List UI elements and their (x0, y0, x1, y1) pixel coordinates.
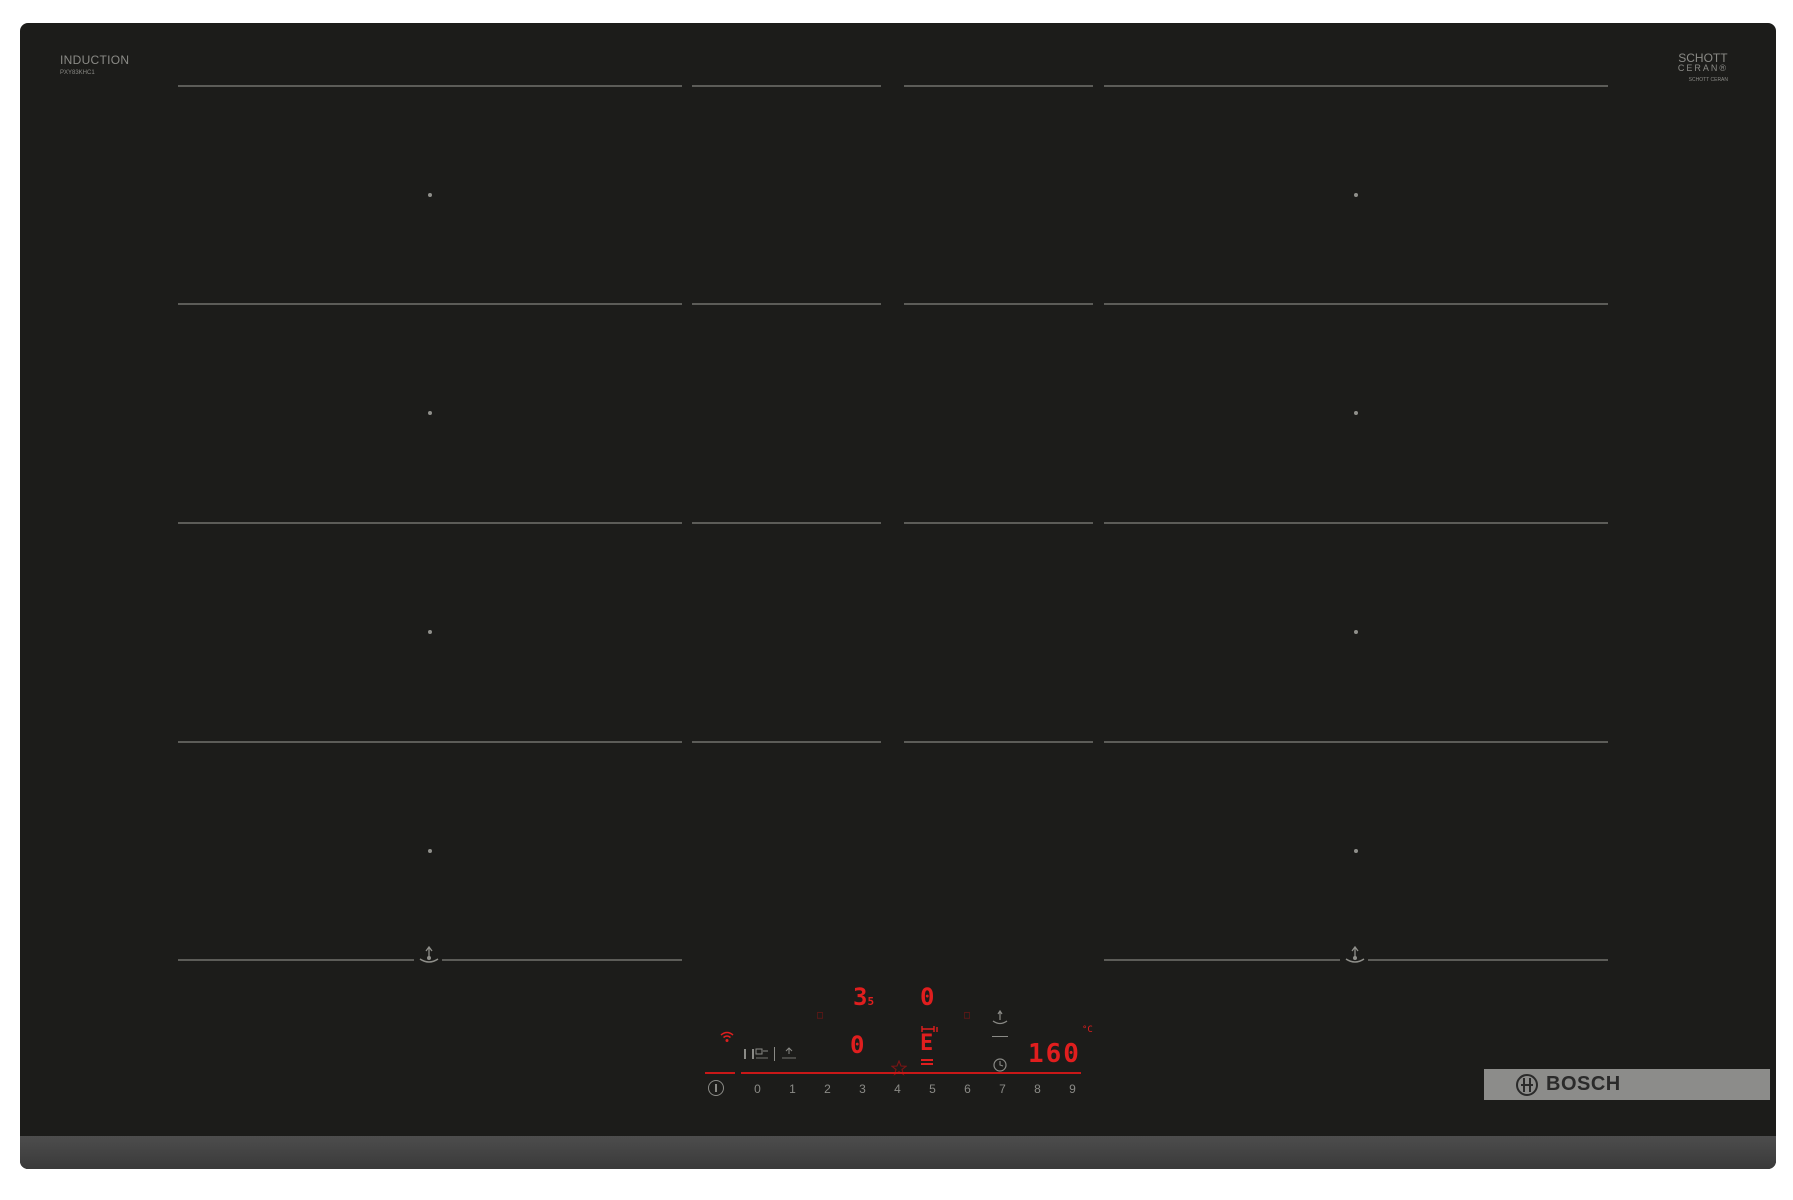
zone-power-display-top-right: 0 (920, 983, 935, 1011)
power-button[interactable] (708, 1080, 724, 1096)
timer-clock-icon[interactable] (992, 1057, 1008, 1073)
divider (774, 1047, 775, 1061)
zone-selector-right[interactable]: □ (964, 1011, 970, 1021)
power-level-1[interactable]: 1 (775, 1082, 810, 1096)
frying-sensor-icon (419, 945, 439, 963)
center-left-line-1 (692, 85, 881, 87)
zone-marker-dot (428, 193, 432, 197)
power-level-5[interactable]: 5 (915, 1082, 950, 1096)
zone-marker-dot (428, 411, 432, 415)
center-left-line-3 (692, 522, 881, 524)
product-subline-text: PXY83KHC1 (60, 70, 95, 76)
frying-sensor-button-icon[interactable] (990, 1007, 1010, 1027)
glass-brand-label: SCHOTT CERAN® SCHOTT CERAN (1677, 52, 1728, 83)
power-indicator-line (705, 1072, 735, 1074)
zone-marker-dot (1354, 630, 1358, 634)
center-right-line-2 (904, 303, 1093, 305)
boost-icon[interactable] (780, 1047, 798, 1061)
power-level-8[interactable]: 8 (1020, 1082, 1055, 1096)
product-label: INDUCTION PXY83KHC1 (60, 53, 129, 76)
level-bar (921, 1063, 933, 1065)
power-level-2[interactable]: 2 (810, 1082, 845, 1096)
zone-selector-left[interactable]: □ (817, 1011, 823, 1021)
left-zone-line-5b (442, 959, 682, 961)
center-right-line-4 (904, 741, 1093, 743)
left-zone-line-4 (178, 741, 682, 743)
hob-front-frame (20, 1136, 1776, 1169)
center-right-line-1 (904, 85, 1093, 87)
power-level-7[interactable]: 7 (985, 1082, 1020, 1096)
glass-brand-line2: CERAN® (1677, 63, 1728, 73)
move-mode-icon[interactable] (754, 1047, 770, 1061)
zone-power-display-center: 0 (850, 1031, 865, 1059)
left-zone-line-2 (178, 303, 682, 305)
temperature-unit: °C (1082, 1025, 1093, 1035)
power-level-3[interactable]: 3 (845, 1082, 880, 1096)
right-zone-line-5a (1104, 959, 1340, 961)
zone-marker-dot (1354, 193, 1358, 197)
center-left-line-4 (692, 741, 881, 743)
flex-zone-icon[interactable] (744, 1049, 754, 1059)
divider (992, 1036, 1008, 1037)
power-level-0[interactable]: 0 (740, 1082, 775, 1096)
power-level-4[interactable]: 4 (880, 1082, 915, 1096)
residual-heat-display: E (920, 1031, 934, 1056)
induction-hob: INDUCTION PXY83KHC1 SCHOTT CERAN® SCHOTT… (20, 23, 1776, 1169)
temperature-display: 160 (1028, 1039, 1081, 1069)
power-level-9[interactable]: 9 (1055, 1082, 1090, 1096)
zone-marker-dot (428, 630, 432, 634)
bosch-logo-icon (1516, 1073, 1538, 1096)
zone-marker-dot (1354, 411, 1358, 415)
control-panel: 35 0 □ □ 0 E 160 °C 0 1 2 3 4 5 6 7 8 9 (20, 23, 1776, 1169)
power-level-6[interactable]: 6 (950, 1082, 985, 1096)
power-level-scale[interactable]: 0123456789 (740, 1082, 1090, 1096)
left-zone-line-5a (178, 959, 414, 961)
zone-power-subscript: 5 (867, 995, 875, 1008)
frying-sensor-icon (1345, 945, 1365, 963)
right-zone-line-5b (1368, 959, 1608, 961)
right-zone-line-1 (1104, 85, 1608, 87)
right-zone-line-4 (1104, 741, 1608, 743)
zone-marker-dot (428, 849, 432, 853)
zone-power-value: 3 (853, 983, 868, 1011)
brand-plate: BOSCH (1484, 1069, 1770, 1100)
manufacturer-name: BOSCH (1546, 1073, 1621, 1095)
power-slider-track[interactable] (741, 1072, 1081, 1074)
center-right-line-3 (904, 522, 1093, 524)
right-zone-line-2 (1104, 303, 1608, 305)
left-zone-line-1 (178, 85, 682, 87)
glass-brand-line3: SCHOTT CERAN (1688, 77, 1728, 83)
zone-power-display-top-left: 35 (853, 985, 874, 1009)
product-line-text: INDUCTION (60, 53, 130, 67)
right-zone-line-3 (1104, 522, 1608, 524)
zone-marker-dot (1354, 849, 1358, 853)
center-left-line-2 (692, 303, 881, 305)
level-bar (921, 1059, 933, 1061)
wifi-icon[interactable] (720, 1031, 734, 1043)
left-zone-line-3 (178, 522, 682, 524)
